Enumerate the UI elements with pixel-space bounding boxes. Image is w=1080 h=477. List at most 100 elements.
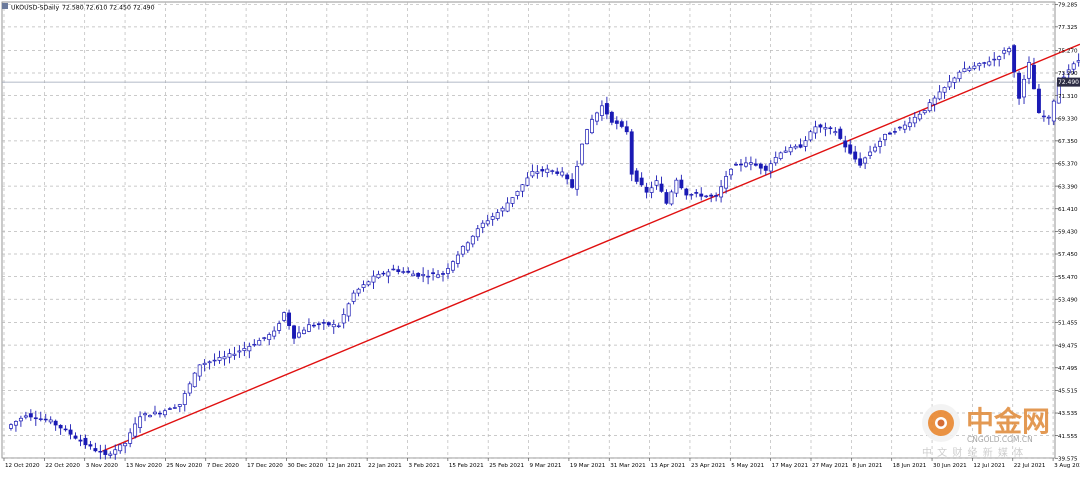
candle-body [689,193,694,196]
candle-body [669,191,674,205]
header-icon [2,3,8,9]
y-tick-label: 57.450 [1058,252,1078,258]
candle-body [758,163,763,169]
candle-body [157,412,162,415]
candle-body [570,179,575,188]
candle-body [927,102,932,112]
candle-body [942,87,947,93]
candle-body [123,442,128,447]
candle-body [962,68,967,72]
candle-body [197,364,202,377]
candle-body [431,272,436,275]
y-tick-label: 51.455 [1058,321,1078,327]
candle-body [1017,72,1022,99]
candle-body [848,144,853,154]
x-tick-label: 22 Jul 2021 [1014,463,1046,469]
candle-body [510,197,515,204]
candle-body [768,163,773,172]
y-tick-label: 77.325 [1058,25,1078,31]
candle-body [346,303,351,317]
candle-body [376,273,381,279]
price-tag-label: 72.490 [1058,79,1079,86]
candle-body [1041,115,1046,118]
x-tick-label: 22 Jan 2021 [368,463,402,469]
candle-body [287,312,292,326]
y-tick-label: 79.285 [1058,3,1078,9]
candle-body [18,417,23,422]
candle-body [734,163,738,166]
candle-body [917,113,922,120]
x-tick-label: 12 Jan 2021 [328,463,362,469]
candle-body [23,415,28,418]
x-tick-label: 12 Oct 2020 [5,463,40,469]
candle-body [48,419,53,423]
candle-body [83,437,88,446]
candle-body [878,140,882,147]
candle-body [381,272,386,275]
candle-body [748,162,753,165]
watermark-subtitle: 中 文 财 经 新 媒 体 [922,446,1024,459]
candle-body [739,163,743,166]
candle-body [873,146,878,152]
candle-body [267,334,272,340]
x-tick-label: 18 Jun 2021 [893,463,927,469]
candle-body [13,421,18,426]
candle-body [803,140,808,147]
candle-body [297,332,301,338]
x-tick-label: 30 Jun 2021 [933,463,967,469]
x-tick-label: 3 Nov 2020 [86,463,119,469]
candle-body [788,147,793,153]
candle-body [182,393,187,405]
candle-body [719,186,724,198]
candle-body [247,346,252,352]
candle-body [361,284,366,288]
candle-body [664,192,669,204]
candle-body [302,329,306,334]
candle-body [585,129,589,145]
candle-body [237,350,242,353]
candle-body [401,271,406,273]
x-tick-label: 3 Aug 2021 [1054,463,1080,469]
candle-body [614,120,619,124]
x-tick-label: 3 Feb 2021 [409,463,441,469]
candle-body [475,228,480,238]
candle-body [575,166,580,190]
candle-body [763,165,768,171]
candle-body [63,428,68,431]
candle-body [1012,45,1017,73]
candle-body [1022,78,1026,98]
candle-body [1007,48,1012,53]
candle-body [460,245,465,255]
y-tick-label: 73.290 [1058,71,1078,77]
x-tick-label: 25 Feb 2021 [489,463,524,469]
x-tick-label: 12 Jul 2021 [973,463,1005,469]
candle-body [912,116,917,124]
y-tick-label: 55.470 [1058,275,1078,281]
candle-body [1071,63,1076,70]
candle-body [257,340,262,346]
candle-body [396,269,401,272]
candle-body [609,111,614,123]
candle-body [952,77,957,83]
candle-body [833,131,838,134]
candle-body [93,448,98,452]
candle-body [187,383,192,394]
candle-body [212,359,217,362]
candle-body [411,273,416,277]
candle-body [624,126,629,133]
candle-body [351,292,356,302]
candle-body [560,171,565,176]
candle-body [743,162,748,167]
candle-body [162,410,167,416]
candle-body [113,449,118,455]
candle-body [684,188,689,196]
candle-body [38,418,43,421]
candle-body [853,151,858,160]
candle-body [932,97,937,105]
x-tick-label: 19 Mar 2021 [570,463,606,469]
candle-body [883,134,887,141]
candle-body [232,353,237,356]
candle-body [644,186,649,193]
candle-body [897,126,902,129]
y-tick-label: 75.270 [1058,49,1078,55]
